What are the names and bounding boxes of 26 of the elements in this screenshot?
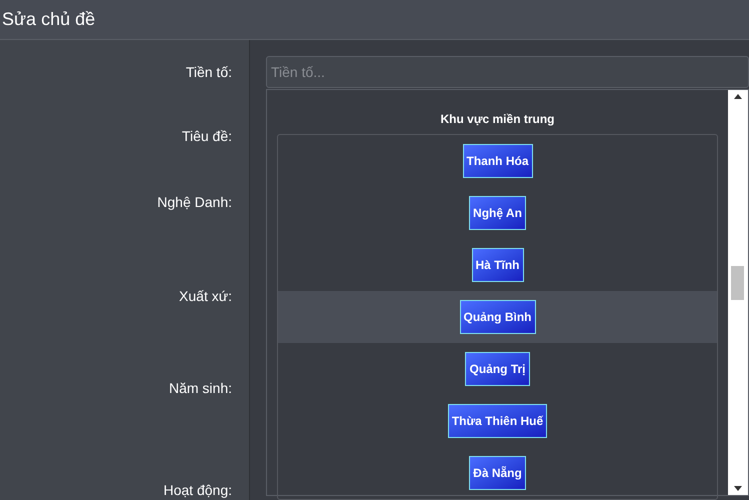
field-label: Tiêu đề: <box>182 127 232 146</box>
region-chip: Quảng Bình <box>460 300 536 334</box>
dropdown-option[interactable]: Đà Nẵng <box>278 447 717 499</box>
field-label: Năm sinh: <box>168 379 232 398</box>
dropdown-option[interactable]: Thanh Hóa <box>278 135 717 187</box>
dropdown-option[interactable]: Nghệ An <box>278 187 717 239</box>
group-title: Khu vực miền trung <box>440 111 555 128</box>
region-chip: Quảng Trị <box>465 352 530 386</box>
field-label: Xuất xứ: <box>179 287 232 306</box>
dropdown-option[interactable]: Thừa Thiên Huế <box>278 395 717 447</box>
region-chip: Hà Tĩnh <box>472 248 524 282</box>
scroll-down-icon[interactable] <box>734 486 742 491</box>
field-label: Tiền tố: <box>186 63 232 82</box>
scroll-thumb[interactable] <box>731 266 744 300</box>
region-chip: Nghệ An <box>469 196 526 230</box>
region-chip: Thanh Hóa <box>462 144 532 178</box>
dropdown-option[interactable]: Quảng Trị <box>278 343 717 395</box>
field-label: Hoạt động: <box>164 481 232 500</box>
region-chip: Đà Nẵng <box>469 456 526 490</box>
dropdown-option[interactable]: Hà Tĩnh <box>278 239 717 291</box>
dropdown-option[interactable]: Quảng Bình <box>278 291 717 343</box>
field-label: Nghệ Danh: <box>157 193 232 212</box>
region-chip: Thừa Thiên Huế <box>448 404 548 438</box>
scroll-up-icon[interactable] <box>734 94 742 99</box>
prefix-field[interactable]: Tiền tố... <box>266 56 749 88</box>
window-title: Sửa chủ đề <box>2 8 96 31</box>
